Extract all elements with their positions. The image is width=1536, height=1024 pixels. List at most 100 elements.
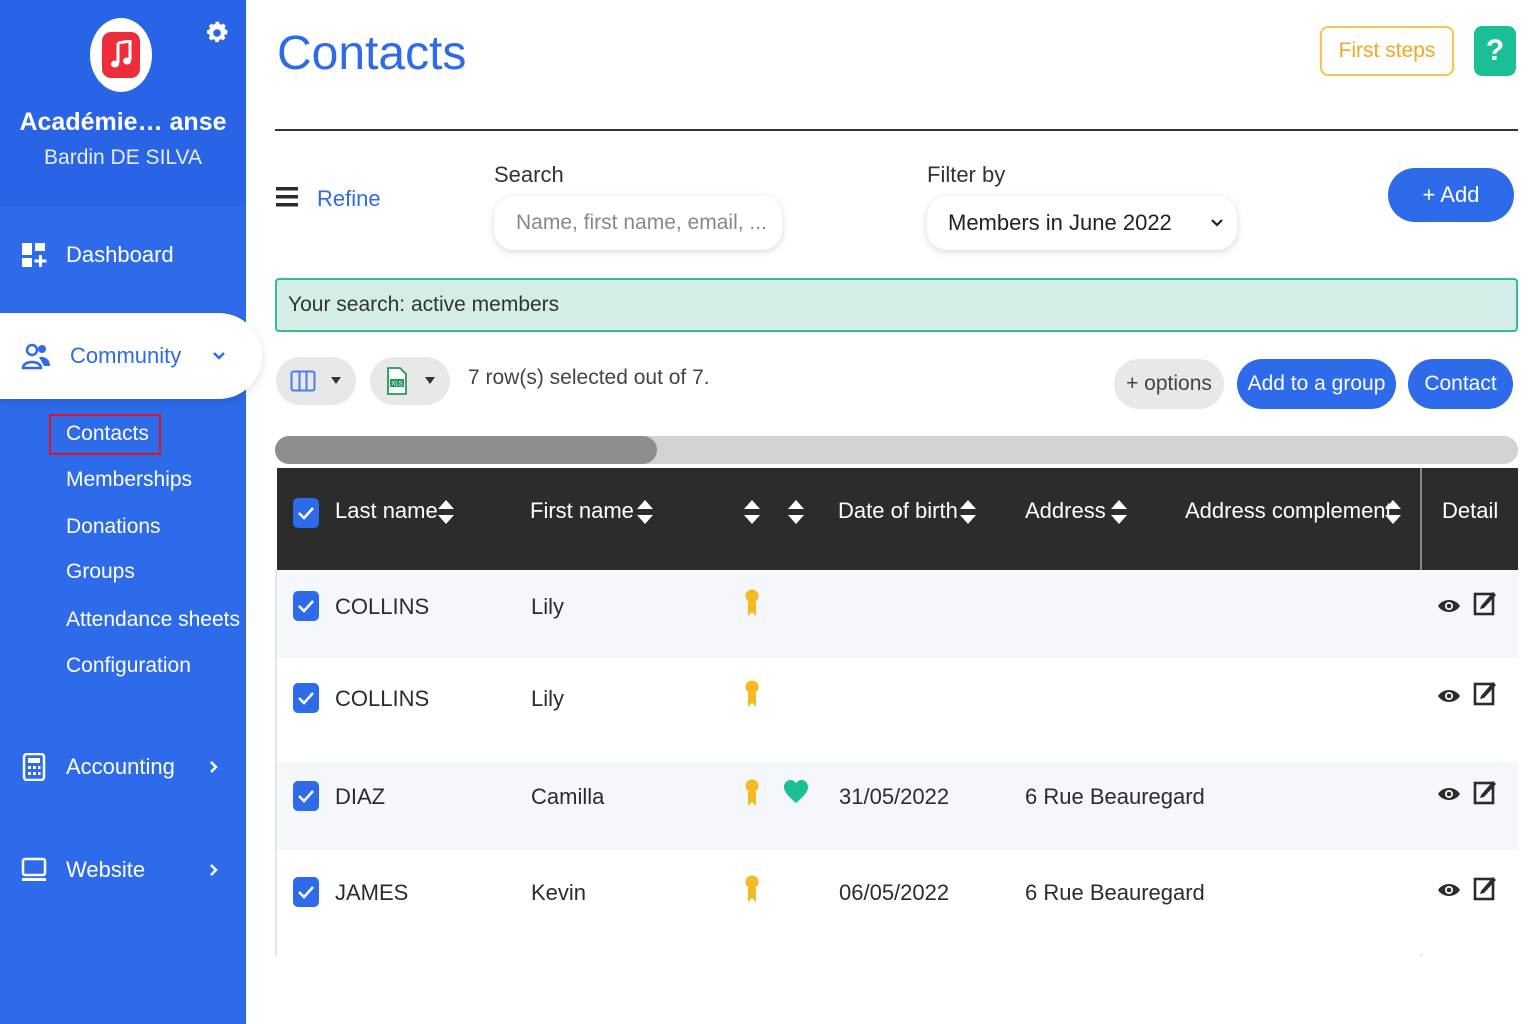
sidebar-item-attendance-sheets[interactable]: Attendance sheets [66,608,240,632]
column-header-address[interactable]: Address [1025,498,1106,524]
eye-icon[interactable] [1437,881,1461,899]
sort-icon[interactable] [744,500,760,524]
sort-icon[interactable] [637,500,653,524]
table-row[interactable]: COLLINS Lily [277,570,1518,658]
first-steps-button[interactable]: First steps [1320,26,1454,76]
cell-first-name: Lily [531,594,565,619]
cell-last-name: DIAZ [335,784,386,809]
detail-header-divider [1420,468,1422,570]
row-checkbox[interactable] [293,781,319,811]
cell-date-of-birth: 31/05/2022 [839,784,950,809]
table-row[interactable]: DIAZ Camilla 31/05/2022 6 Rue Beauregard [277,762,1518,850]
member-ribbon-icon [745,779,759,806]
add-to-group-button[interactable]: Add to a group [1237,359,1396,409]
search-label: Search [494,162,564,187]
edit-icon[interactable] [1473,875,1497,901]
xls-file-icon: XLS [387,367,407,395]
calculator-icon [22,753,46,781]
cell-first-name: Lily [531,686,565,711]
cell-address: 6 Rue Beauregard [1025,880,1205,905]
filter-select-value: Members in June 2022 [948,210,1172,235]
music-note-icon [111,40,132,68]
sort-icon[interactable] [1111,500,1127,524]
check-icon [298,600,314,613]
column-header-date-of-birth[interactable]: Date of birth [838,498,958,524]
nav-dashboard[interactable]: Dashboard [0,230,246,280]
nav-website-label: Website [66,857,146,882]
column-header-address-complement[interactable]: Address complement [1185,498,1392,524]
selection-count: 7 row(s) selected out of 7. [468,366,710,389]
scrollbar-thumb[interactable] [275,436,657,464]
page-title: Contacts [277,27,467,80]
select-all-checkbox[interactable] [293,498,319,528]
cell-first-name: Kevin [531,880,587,905]
member-ribbon-icon [745,589,759,616]
filter-select[interactable]: Members in June 2022 [927,196,1237,250]
row-checkbox[interactable] [293,683,319,713]
nav-accounting-label: Accounting [66,754,175,779]
chevron-right-icon [210,761,218,773]
eye-icon[interactable] [1437,597,1461,615]
table-header: Last name First name Date of birth Addre… [277,468,1518,570]
sidebar-item-contacts[interactable]: Contacts [66,422,149,446]
sort-icon[interactable] [1385,500,1401,524]
options-button[interactable]: + options [1114,359,1224,409]
caret-down-icon [425,377,435,384]
cell-last-name: JAMES [335,880,409,905]
caret-down-icon [331,377,341,384]
eye-icon[interactable] [1437,687,1461,705]
user-name: Bardin DE SILVA [44,146,202,169]
cell-last-name: COLLINS [335,686,430,711]
chevron-down-icon [213,352,225,360]
cell-first-name: Camilla [531,784,605,809]
column-header-detail: Detail [1442,498,1499,523]
nav-community[interactable]: Community [0,313,262,399]
column-header-last-name[interactable]: Last name [335,498,438,524]
dashboard-icon [22,243,47,267]
chevron-right-icon [210,864,218,876]
nav-website[interactable]: Website [0,845,246,895]
gear-icon[interactable] [204,20,230,46]
columns-icon [290,370,316,392]
cell-date-of-birth: 06/05/2022 [839,880,950,905]
users-icon [21,343,50,370]
help-button[interactable]: ? [1474,26,1516,76]
filter-label: Filter by [927,162,1006,187]
nav-accounting[interactable]: Accounting [0,742,246,792]
row-checkbox[interactable] [293,877,319,907]
add-button[interactable]: + Add [1388,168,1514,222]
monitor-icon [21,857,47,881]
sidebar-item-groups[interactable]: Groups [66,560,135,584]
edit-icon[interactable] [1473,779,1497,805]
column-header-first-name[interactable]: First name [530,498,634,524]
columns-dropdown[interactable] [276,357,356,405]
donor-heart-icon [784,780,808,803]
row-checkbox[interactable] [293,591,319,621]
search-input[interactable] [494,196,782,250]
organization-name: Académie… anse [19,108,227,136]
contact-button[interactable]: Contact [1408,359,1513,409]
sidebar-item-donations[interactable]: Donations [66,515,161,539]
nav-dashboard-label: Dashboard [66,242,174,267]
refine-link[interactable]: Refine [317,186,381,212]
member-ribbon-icon [745,875,759,902]
organization-logo[interactable] [90,18,152,92]
export-dropdown[interactable]: XLS [370,357,450,405]
chevron-down-icon [1211,219,1223,227]
search-summary-text: Your search: active members [288,293,560,316]
sidebar-item-configuration[interactable]: Configuration [66,654,191,678]
eye-icon[interactable] [1437,785,1461,803]
sidebar-item-memberships[interactable]: Memberships [66,468,192,492]
edit-icon[interactable] [1473,680,1497,706]
edit-icon[interactable] [1473,590,1497,616]
check-icon [298,790,314,803]
sort-icon[interactable] [438,500,454,524]
cell-address: 6 Rue Beauregard [1025,784,1205,809]
sort-icon[interactable] [788,500,804,524]
svg-text:XLS: XLS [391,382,402,388]
table-row[interactable]: COLLINS Lily [277,658,1518,762]
table-row[interactable]: JAMES Kevin 06/05/2022 6 Rue Beauregard [277,850,1518,954]
search-summary-banner: Your search: active members [275,278,1518,332]
sort-icon[interactable] [960,500,976,524]
menu-icon[interactable] [276,186,298,208]
